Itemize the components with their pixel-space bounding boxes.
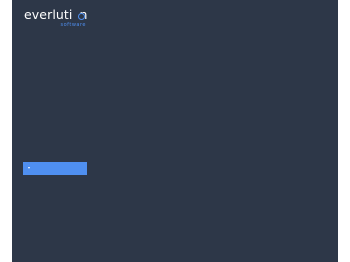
brand-o-ring-icon [78,13,85,20]
menu-dropdown-button[interactable] [23,162,87,175]
caret-down-icon [28,167,30,169]
brand-name-part1: everluti [24,7,73,22]
brand-tagline: software [60,22,86,28]
sidebar-panel: everlutin software [12,0,338,262]
page: everlutin software [0,0,350,262]
brand-logo[interactable]: everlutin software [24,8,90,30]
